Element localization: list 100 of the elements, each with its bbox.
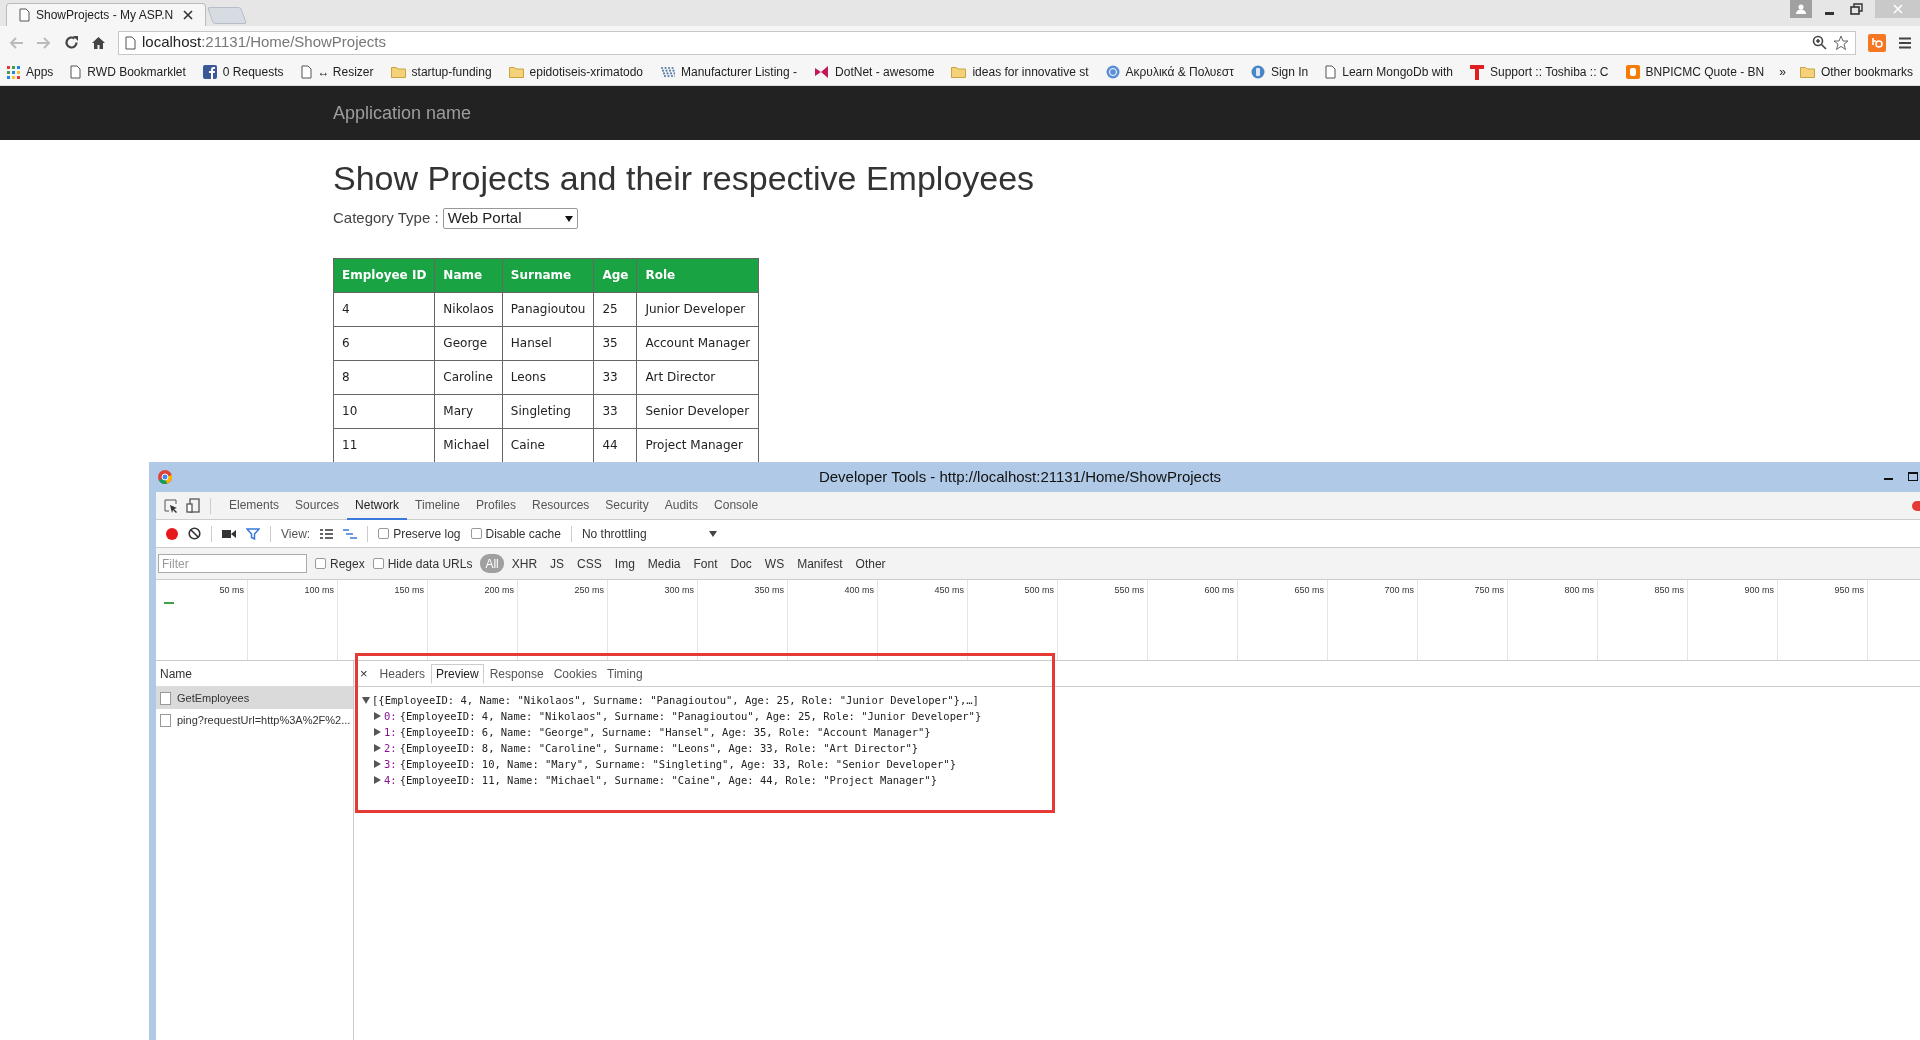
type-filter[interactable]: CSS	[572, 554, 607, 573]
bookmark[interactable]: startup-funding	[390, 63, 492, 81]
brand-link[interactable]: Application name	[333, 99, 472, 127]
filter-field[interactable]: Filter	[158, 554, 307, 573]
type-filter[interactable]: WS	[759, 554, 790, 573]
category-label: Category Type :	[333, 208, 439, 229]
folder-icon	[508, 66, 524, 78]
detail-tab[interactable]: Response	[485, 663, 548, 684]
waterfall-icon[interactable]	[343, 528, 358, 539]
tick-label: 200 ms	[484, 584, 514, 597]
bookmark[interactable]: Sign In	[1250, 63, 1309, 81]
bookmark[interactable]: Apps	[7, 63, 54, 81]
bookmark[interactable]: 0 Requests	[202, 63, 284, 81]
panel-tab[interactable]: Network	[347, 491, 408, 520]
reload-icon[interactable]	[64, 35, 79, 50]
type-filter[interactable]: JS	[545, 554, 570, 573]
chrome-logo-icon	[158, 470, 172, 484]
error-icon[interactable]	[1912, 500, 1920, 511]
expand-arrow[interactable]	[374, 760, 381, 768]
badge-icon	[1250, 65, 1265, 79]
tick-label: 550 ms	[1114, 584, 1144, 597]
bookmark[interactable]: Support :: Toshiba :: C	[1470, 63, 1609, 81]
expand-arrow[interactable]	[374, 744, 381, 752]
table-cell: 35	[593, 326, 637, 361]
page-icon	[19, 8, 30, 22]
throttling-select[interactable]: No throttling	[581, 524, 717, 543]
device-icon[interactable]	[186, 498, 200, 513]
panel-tab[interactable]: Resources	[524, 491, 598, 520]
bookmark[interactable]: Other bookmarks	[1799, 63, 1913, 81]
table-cell: Panagioutou	[502, 292, 594, 327]
home-icon[interactable]	[91, 35, 106, 50]
bookmark[interactable]: ideas for innovative st	[951, 63, 1089, 81]
panel-tab[interactable]: Audits	[656, 491, 707, 520]
list-view-icon[interactable]	[320, 528, 334, 539]
expand-arrow[interactable]	[374, 712, 381, 720]
table-cell: Mary	[434, 394, 503, 429]
tick-label: 350 ms	[754, 584, 784, 597]
panel-tab[interactable]: Console	[706, 491, 767, 520]
json-value: {EmployeeID: 6, Name: "George", Surname: "Hansel", Age: 35, Role: "Account Manager"}	[399, 725, 931, 740]
overflow-chevron[interactable]: »	[1779, 63, 1786, 81]
panel-tab[interactable]: Timeline	[407, 491, 468, 520]
detail-tab[interactable]: Preview	[430, 663, 484, 684]
user-icon[interactable]	[1790, 0, 1812, 18]
tick-label: 50 ms	[219, 584, 244, 597]
checkbox[interactable]	[315, 558, 326, 569]
type-filter[interactable]: Doc	[725, 554, 757, 573]
checkbox[interactable]	[470, 528, 482, 539]
close-icon[interactable]	[183, 10, 193, 20]
bookmark[interactable]: Learn MongoDb with	[1325, 63, 1453, 81]
bookmark[interactable]: ↔ Resizer	[300, 63, 374, 81]
panel-tab[interactable]: Elements	[221, 491, 288, 520]
type-filter[interactable]: Img	[609, 554, 640, 573]
bookmark[interactable]: BNPICMC Quote - BN	[1625, 63, 1765, 81]
menu-icon[interactable]	[1898, 35, 1912, 50]
panel-tab[interactable]: Security	[597, 491, 657, 520]
checkbox[interactable]	[378, 528, 390, 539]
detail-tab[interactable]: Headers	[375, 663, 429, 684]
detail-tab[interactable]: Timing	[603, 663, 647, 684]
bookmark[interactable]: Ακρυλικά & Πολυεστ	[1105, 63, 1234, 81]
camera-icon[interactable]	[222, 528, 236, 539]
json-key: 1:	[384, 724, 397, 740]
expand-arrow[interactable]	[362, 696, 370, 704]
close-button[interactable]: ×	[360, 663, 368, 684]
clear-icon[interactable]	[188, 527, 201, 540]
table-cell: Singleting	[502, 394, 594, 429]
bookmark[interactable]: RWD Bookmarklet	[70, 63, 186, 81]
globe-icon	[1105, 65, 1120, 79]
zoom-icon[interactable]	[1812, 35, 1827, 50]
restore-icon[interactable]	[1850, 3, 1863, 15]
detail-tab[interactable]: Cookies	[549, 663, 602, 684]
checkbox-label: Disable cache	[485, 525, 561, 543]
bookmark[interactable]: epidotiseis-xrimatodo	[508, 63, 643, 81]
browser-tab[interactable]: ShowProjects - My ASP.N	[6, 3, 206, 26]
bookmark[interactable]: DotNet - awesome	[814, 63, 935, 81]
table-cell: Leons	[502, 360, 594, 395]
tick-label: 500 ms	[1024, 584, 1054, 597]
maximize-icon[interactable]	[1908, 472, 1918, 482]
request-row[interactable]: GetEmployees	[156, 687, 353, 709]
bookmark[interactable]: Manufacturer Listing -	[660, 63, 798, 81]
filter-icon[interactable]	[246, 527, 260, 540]
expand-arrow[interactable]	[374, 776, 381, 784]
type-filter[interactable]: XHR	[506, 554, 543, 573]
type-filter[interactable]: Manifest	[792, 554, 848, 573]
star-icon[interactable]	[1833, 34, 1849, 51]
type-filter[interactable]: Other	[850, 554, 891, 573]
extension-icon[interactable]	[1868, 33, 1886, 52]
panel-tab[interactable]: Sources	[287, 491, 348, 520]
checkbox[interactable]	[372, 558, 384, 569]
record-button[interactable]	[166, 527, 178, 540]
expand-arrow[interactable]	[374, 728, 381, 736]
panel-tab[interactable]: Profiles	[468, 491, 524, 520]
type-filter[interactable]: Font	[688, 554, 723, 573]
json-value: {EmployeeID: 10, Name: "Mary", Surname: "Singleting", Age: 33, Role: "Senior Developer"}	[399, 757, 956, 772]
type-filter[interactable]: Media	[642, 554, 686, 573]
window-title: Developer Tools - http://localhost:21131/Home/ShowProjects	[817, 466, 1223, 487]
bowtie-icon	[814, 65, 830, 79]
page-icon	[125, 35, 136, 50]
category-select[interactable]: Web Portal	[442, 208, 578, 230]
address-field[interactable]: localhost:21131/Home/ShowProjects	[118, 30, 1856, 55]
inspect-icon[interactable]	[164, 498, 178, 513]
